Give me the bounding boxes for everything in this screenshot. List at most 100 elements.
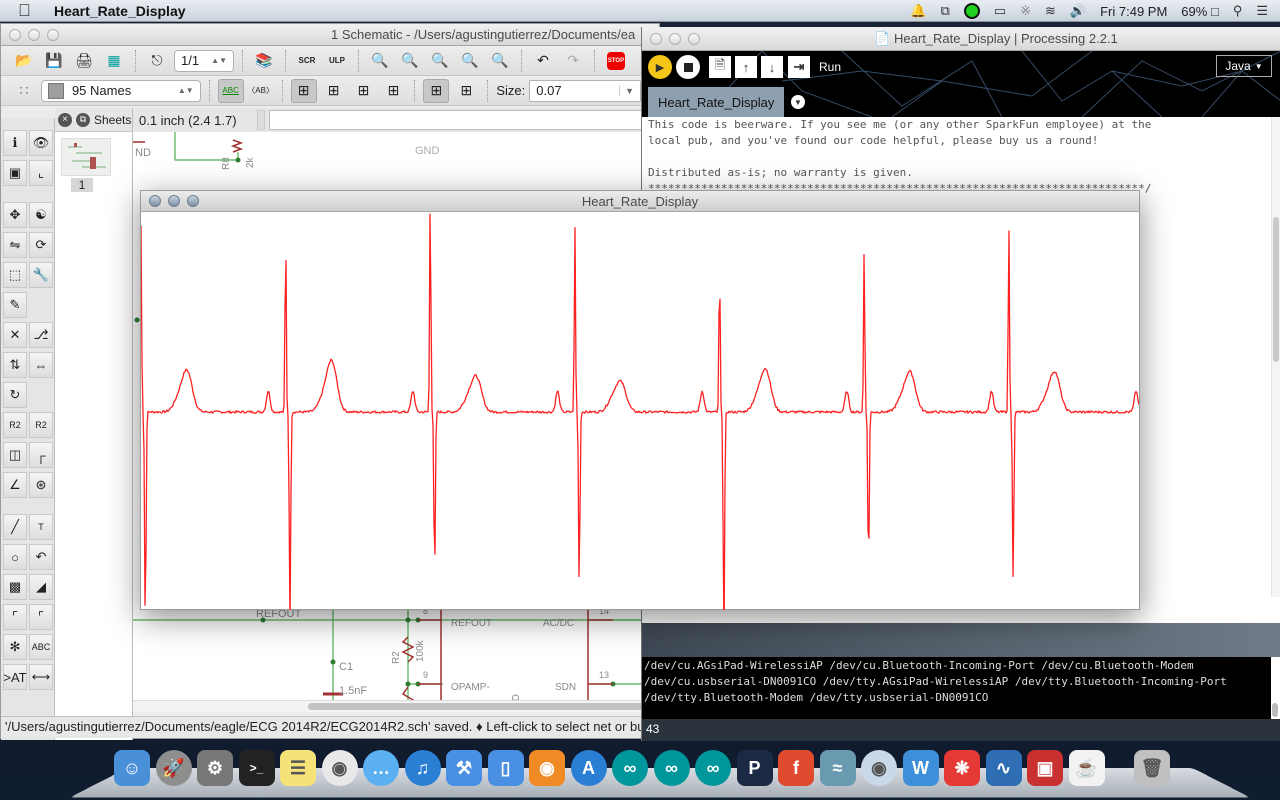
sheet-selector[interactable]: 1/1 ▲▼ — [174, 49, 234, 72]
mode-selector[interactable]: Java ▼ — [1216, 55, 1272, 77]
value-icon[interactable]: R2 — [29, 412, 53, 438]
zoom-button[interactable] — [688, 32, 700, 45]
rotate-icon[interactable]: ⟳ — [29, 232, 53, 258]
zoom-redraw-icon[interactable]: 🔍 — [457, 49, 483, 73]
ratio-a-icon[interactable]: ⊞ — [423, 78, 450, 103]
text-abc-icon[interactable]: ABC — [217, 78, 244, 103]
scrollbar-thumb[interactable] — [1273, 217, 1279, 362]
text-icon[interactable]: T — [29, 514, 53, 540]
airplay-icon[interactable]: ▭ — [994, 3, 1006, 19]
paste-icon[interactable]: ✎ — [3, 292, 27, 318]
apple-menu-icon[interactable]:  — [18, 1, 40, 21]
bluetooth-icon[interactable]: ※ — [1020, 3, 1031, 19]
add-part-icon[interactable]: ⎇ — [29, 322, 53, 348]
close-sheets-icon[interactable]: × — [58, 112, 72, 127]
invoke-icon[interactable]: ⊛ — [29, 472, 53, 498]
zoom-in-icon[interactable]: 🔍 — [397, 49, 423, 73]
scrollbar-thumb[interactable] — [1272, 703, 1278, 717]
rectangle-icon[interactable]: ▩ — [3, 574, 27, 600]
minimize-button[interactable] — [669, 32, 681, 45]
notification-bell-icon[interactable]: 🔔 — [910, 3, 926, 19]
show-eye-icon[interactable]: 👁 — [29, 130, 53, 156]
gate-icon[interactable]: ⎋ — [144, 49, 170, 73]
dock-app-vmware-fusion[interactable]: ▣ — [1027, 750, 1063, 786]
dock-app-finder[interactable]: ☺ — [114, 750, 150, 786]
attribute-icon[interactable]: >AT — [3, 664, 27, 690]
print-icon[interactable]: 🖨 — [71, 49, 97, 73]
dock-app-itunes[interactable]: ♫ — [404, 750, 441, 786]
delete-icon[interactable]: ✕ — [3, 322, 27, 348]
battery-percent[interactable]: 69% — [1181, 4, 1207, 19]
screen-sharing-icon[interactable]: ⧉ — [941, 3, 950, 19]
notification-center-icon[interactable]: ☰ — [1256, 3, 1268, 19]
grid-icon[interactable]: ∷ — [11, 79, 37, 103]
script-icon[interactable]: SCR — [294, 49, 320, 73]
detach-sheets-icon[interactable]: ⧉ — [76, 112, 90, 127]
gateswap-icon[interactable]: ↻ — [3, 382, 27, 408]
dock-app-wireshark[interactable]: ≈ — [819, 750, 856, 786]
align-top-right-icon[interactable]: ⊞ — [321, 79, 347, 103]
label-icon[interactable]: ABC — [29, 634, 53, 660]
minimize-button[interactable] — [168, 195, 180, 207]
dock-app-sequel-pro[interactable]: ◉ — [861, 750, 897, 786]
stop-button[interactable] — [676, 55, 700, 79]
dock-app-app-store[interactable]: A — [570, 750, 607, 786]
align-bottom-right-icon[interactable]: ⊞ — [380, 79, 406, 103]
horizontal-scrollbar[interactable] — [133, 700, 661, 712]
dock-app-xcode[interactable]: ⚒ — [446, 750, 482, 786]
export-button[interactable]: ⇥ — [788, 56, 810, 78]
split-icon[interactable]: ∠ — [3, 472, 27, 498]
tab-menu-button[interactable]: ▼ — [791, 95, 805, 109]
dock-app-stickies[interactable]: ☰ — [280, 750, 316, 786]
smash-icon[interactable]: ◫ — [3, 442, 27, 468]
wifi-icon[interactable]: ≋ — [1045, 3, 1056, 19]
zoom-button[interactable] — [187, 195, 199, 207]
display-layers-icon[interactable]: ▣ — [3, 160, 27, 186]
arc-icon[interactable]: ↶ — [29, 544, 53, 570]
dock-app-blender[interactable]: ◉ — [529, 750, 565, 786]
text-ab-box-icon[interactable]: 〈AB〉 — [247, 79, 274, 103]
editor-vertical-scrollbar[interactable] — [1271, 117, 1280, 597]
group-icon[interactable]: ⬚ — [3, 262, 27, 288]
dimension-icon[interactable]: ⟷ — [29, 664, 53, 690]
console-scrollbar[interactable] — [1271, 657, 1280, 719]
align-top-left-icon[interactable]: ⊞ — [290, 78, 317, 103]
dock-app-java[interactable]: ☕ — [1068, 750, 1105, 786]
zoom-button[interactable] — [47, 28, 59, 41]
dock-app-ios-simulator[interactable]: ▯ — [487, 750, 524, 786]
pinswap-icon[interactable]: ⇅ — [3, 352, 27, 378]
dock-app-processing[interactable]: P — [736, 750, 773, 786]
zoom-out-icon[interactable]: 🔍 — [427, 49, 453, 73]
change-wrench-icon[interactable]: 🔧 — [29, 262, 53, 288]
layer-selector[interactable]: 95 Names ▲▼ — [40, 79, 201, 102]
dock-app-launchpad[interactable]: 🚀 — [155, 750, 192, 786]
dock-app-ltspice[interactable]: ∿ — [985, 750, 1022, 786]
close-button[interactable] — [9, 28, 21, 41]
name-icon[interactable]: R2 — [3, 412, 27, 438]
size-combobox[interactable]: 0.07 ▼ — [529, 79, 642, 102]
active-app-name[interactable]: Heart_Rate_Display — [54, 3, 186, 19]
close-button[interactable] — [650, 32, 662, 45]
redo-icon[interactable]: ↷ — [560, 49, 586, 73]
save-icon[interactable]: 💾 — [41, 49, 67, 73]
board-switch-icon[interactable]: ▦ — [101, 49, 127, 73]
stop-icon[interactable]: STOP — [603, 49, 629, 73]
dock-app-eagle[interactable]: ❋ — [944, 750, 980, 786]
minimize-button[interactable] — [28, 28, 40, 41]
dock-app-arduino[interactable]: ∞ — [695, 750, 731, 786]
miter-icon[interactable]: ┌ — [29, 442, 53, 468]
open-folder-icon[interactable]: 📂 — [11, 49, 37, 73]
sketch-titlebar[interactable]: Heart_Rate_Display — [141, 191, 1139, 212]
circle-icon[interactable]: ○ — [3, 544, 27, 570]
new-sketch-button[interactable]: 🗎 — [709, 56, 731, 78]
replace-icon[interactable]: ⇔ — [29, 352, 53, 378]
command-line-input[interactable] — [269, 110, 661, 130]
junction-icon[interactable]: ✻ — [3, 634, 27, 660]
info-icon[interactable]: ℹ — [3, 130, 27, 156]
status-green-icon[interactable] — [963, 3, 980, 19]
move-icon[interactable]: ✥ — [3, 202, 27, 228]
polygon-icon[interactable]: ◢ — [29, 574, 53, 600]
dock-app-terminal[interactable]: >_ — [238, 750, 275, 786]
console-output[interactable]: /dev/cu.AGsiPad-WirelessiAP /dev/cu.Blue… — [642, 657, 1272, 719]
scrollbar-thumb[interactable] — [308, 703, 661, 710]
